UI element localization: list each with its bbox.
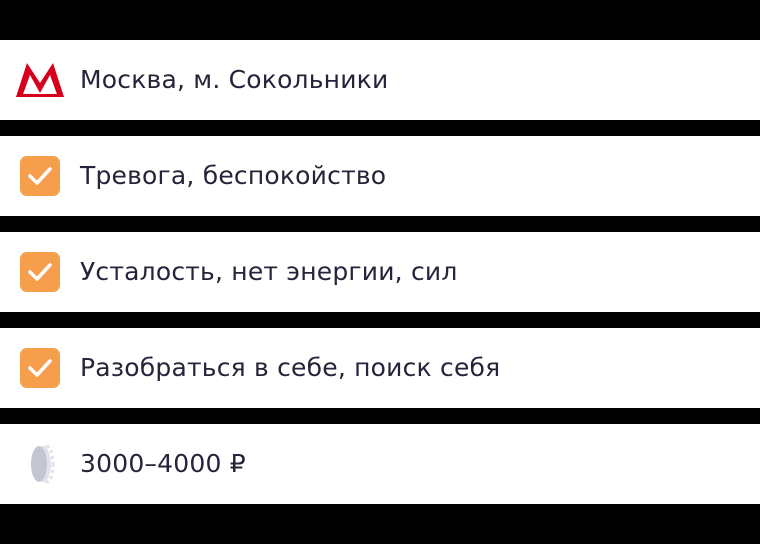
coin-icon (16, 440, 64, 488)
checkbox-checked-icon[interactable] (16, 248, 64, 296)
metro-icon (16, 56, 64, 104)
concern-item-anxiety[interactable]: Тревога, беспокойство (0, 136, 760, 216)
concern-label: Разобраться в себе, поиск себя (80, 353, 501, 382)
price-label: 3000–4000 ₽ (80, 449, 246, 478)
location-label: Москва, м. Сокольники (80, 65, 389, 94)
checkbox-checked-icon[interactable] (16, 152, 64, 200)
concern-label: Тревога, беспокойство (80, 161, 387, 190)
price-row: 3000–4000 ₽ (0, 424, 760, 504)
concern-label: Усталость, нет энергии, сил (80, 257, 458, 286)
concern-item-self-discovery[interactable]: Разобраться в себе, поиск себя (0, 328, 760, 408)
checkbox-checked-icon[interactable] (16, 344, 64, 392)
location-row: Москва, м. Сокольники (0, 40, 760, 120)
concern-item-fatigue[interactable]: Усталость, нет энергии, сил (0, 232, 760, 312)
